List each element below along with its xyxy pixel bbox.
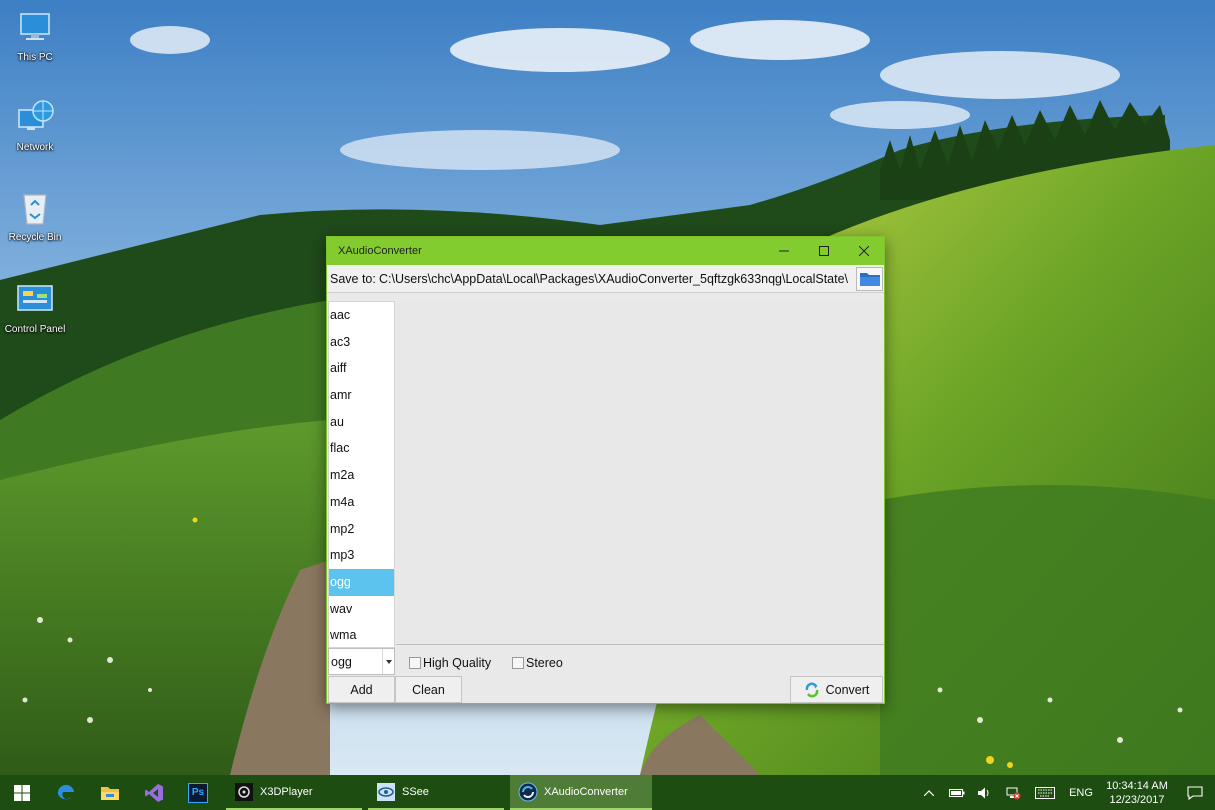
system-tray: ENG 10:34:14 AM 12/23/2017 bbox=[915, 775, 1215, 810]
battery-icon bbox=[949, 788, 965, 797]
xaudioconverter-window: XAudioConverter Save to: C:\Users\chc\Ap… bbox=[326, 236, 885, 704]
window-titlebar[interactable]: XAudioConverter bbox=[327, 237, 884, 265]
chevron-up-icon bbox=[924, 789, 934, 796]
format-item-mp2[interactable]: mp2 bbox=[329, 516, 394, 543]
format-item-m4a[interactable]: m4a bbox=[329, 489, 394, 516]
format-item-aiff[interactable]: aiff bbox=[329, 355, 394, 382]
desktop-icon-this-pc[interactable]: This PC bbox=[0, 8, 70, 63]
volume-button[interactable] bbox=[971, 775, 999, 810]
stereo-label: Stereo bbox=[526, 656, 563, 670]
format-item-au[interactable]: au bbox=[329, 409, 394, 436]
taskbar-photoshop[interactable]: Ps bbox=[176, 775, 220, 810]
photoshop-icon: Ps bbox=[188, 782, 208, 803]
battery-button[interactable] bbox=[943, 775, 971, 810]
format-item-m2a[interactable]: m2a bbox=[329, 462, 394, 489]
xaudioconverter-icon bbox=[518, 782, 538, 802]
desktop-icon-label: Control Panel bbox=[4, 324, 66, 335]
high-quality-label: High Quality bbox=[423, 656, 492, 670]
start-button[interactable] bbox=[0, 775, 44, 810]
desktop-icon-recycle-bin[interactable]: Recycle Bin bbox=[0, 188, 70, 243]
stereo-checkbox[interactable]: Stereo bbox=[512, 656, 563, 670]
format-item-flac[interactable]: flac bbox=[329, 435, 394, 462]
desktop-icon-label: Network bbox=[16, 142, 54, 153]
taskbar-app-label: X3DPlayer bbox=[260, 785, 313, 798]
taskbar-app-ssee[interactable]: SSee bbox=[368, 775, 504, 810]
taskbar-app-xaudioconverter[interactable]: XAudioConverter bbox=[510, 775, 652, 810]
format-dropdown-value: ogg bbox=[331, 654, 352, 669]
taskbar-file-explorer[interactable] bbox=[88, 775, 132, 810]
save-to-label: Save to: bbox=[330, 271, 376, 286]
save-path-field[interactable]: C:\Users\chc\AppData\Local\Packages\XAud… bbox=[379, 267, 856, 291]
taskbar-clock[interactable]: 10:34:14 AM 12/23/2017 bbox=[1099, 779, 1175, 807]
format-item-ac3[interactable]: ac3 bbox=[329, 329, 394, 356]
convert-icon bbox=[805, 682, 818, 697]
format-dropdown[interactable]: ogg bbox=[328, 648, 395, 675]
desktop-icon-network[interactable]: Network bbox=[0, 98, 70, 153]
taskbar-edge[interactable] bbox=[44, 775, 88, 810]
ssee-icon bbox=[376, 782, 396, 802]
input-language[interactable]: ENG bbox=[1063, 787, 1099, 799]
taskbar-visual-studio[interactable] bbox=[132, 775, 176, 810]
taskbar: Ps X3DPlayer SSee XAudioConverter ENG 10… bbox=[0, 775, 1215, 810]
minimize-button[interactable] bbox=[764, 237, 804, 265]
start-icon bbox=[14, 784, 30, 801]
control-panel-icon bbox=[15, 280, 55, 320]
clean-button[interactable]: Clean bbox=[395, 676, 462, 703]
action-center-button[interactable] bbox=[1175, 775, 1215, 810]
browse-folder-button[interactable] bbox=[856, 267, 883, 291]
format-item-aac[interactable]: aac bbox=[329, 302, 394, 329]
touch-keyboard-button[interactable] bbox=[1027, 775, 1063, 810]
add-button[interactable]: Add bbox=[328, 676, 395, 703]
folder-icon bbox=[859, 273, 880, 286]
desktop-icon-label: Recycle Bin bbox=[8, 232, 62, 243]
format-list[interactable]: aac ac3 aiff amr au flac m2a m4a mp2 mp3 ogg wav wma bbox=[328, 301, 395, 648]
format-item-wav[interactable]: wav bbox=[329, 596, 394, 623]
close-button[interactable] bbox=[844, 237, 884, 265]
convert-label: Convert bbox=[825, 682, 870, 697]
checkbox-box[interactable] bbox=[409, 657, 421, 669]
format-item-ogg[interactable]: ogg bbox=[329, 568, 394, 596]
edge-icon bbox=[57, 784, 74, 799]
convert-button[interactable]: Convert bbox=[790, 676, 883, 703]
high-quality-checkbox[interactable]: High Quality bbox=[409, 656, 491, 670]
taskbar-app-x3dplayer[interactable]: X3DPlayer bbox=[226, 775, 362, 810]
clock-date: 12/23/2017 bbox=[1109, 793, 1165, 806]
network-status-button[interactable] bbox=[999, 775, 1027, 810]
dropdown-arrow-icon bbox=[382, 649, 394, 674]
file-list-area[interactable] bbox=[396, 301, 884, 645]
save-to-row: Save to: C:\Users\chc\AppData\Local\Pack… bbox=[327, 265, 884, 293]
visual-studio-icon bbox=[145, 783, 163, 802]
keyboard-icon bbox=[1035, 786, 1055, 799]
show-hidden-icons-button[interactable] bbox=[915, 775, 943, 810]
network-icon bbox=[15, 98, 55, 138]
format-item-amr[interactable]: amr bbox=[329, 382, 394, 409]
maximize-icon bbox=[819, 246, 829, 256]
notification-icon bbox=[1187, 785, 1203, 800]
maximize-button[interactable] bbox=[804, 237, 844, 265]
format-item-wma[interactable]: wma bbox=[329, 622, 394, 647]
volume-icon bbox=[978, 787, 989, 798]
desktop-icon-label: This PC bbox=[17, 52, 53, 63]
minimize-icon bbox=[779, 250, 789, 252]
format-item-mp3[interactable]: mp3 bbox=[329, 542, 394, 569]
checkbox-box[interactable] bbox=[512, 657, 524, 669]
window-title: XAudioConverter bbox=[338, 245, 422, 257]
x3dplayer-icon bbox=[234, 782, 254, 802]
close-icon bbox=[859, 246, 869, 256]
taskbar-app-label: SSee bbox=[402, 785, 429, 798]
desktop-icon-control-panel[interactable]: Control Panel bbox=[0, 280, 70, 335]
recycle-bin-icon bbox=[15, 188, 55, 228]
taskbar-app-label: XAudioConverter bbox=[544, 785, 628, 798]
clock-time: 10:34:14 AM bbox=[1106, 779, 1168, 792]
this-pc-icon bbox=[15, 8, 55, 48]
file-explorer-icon bbox=[101, 786, 119, 800]
network-disconnected-icon bbox=[1006, 787, 1021, 799]
